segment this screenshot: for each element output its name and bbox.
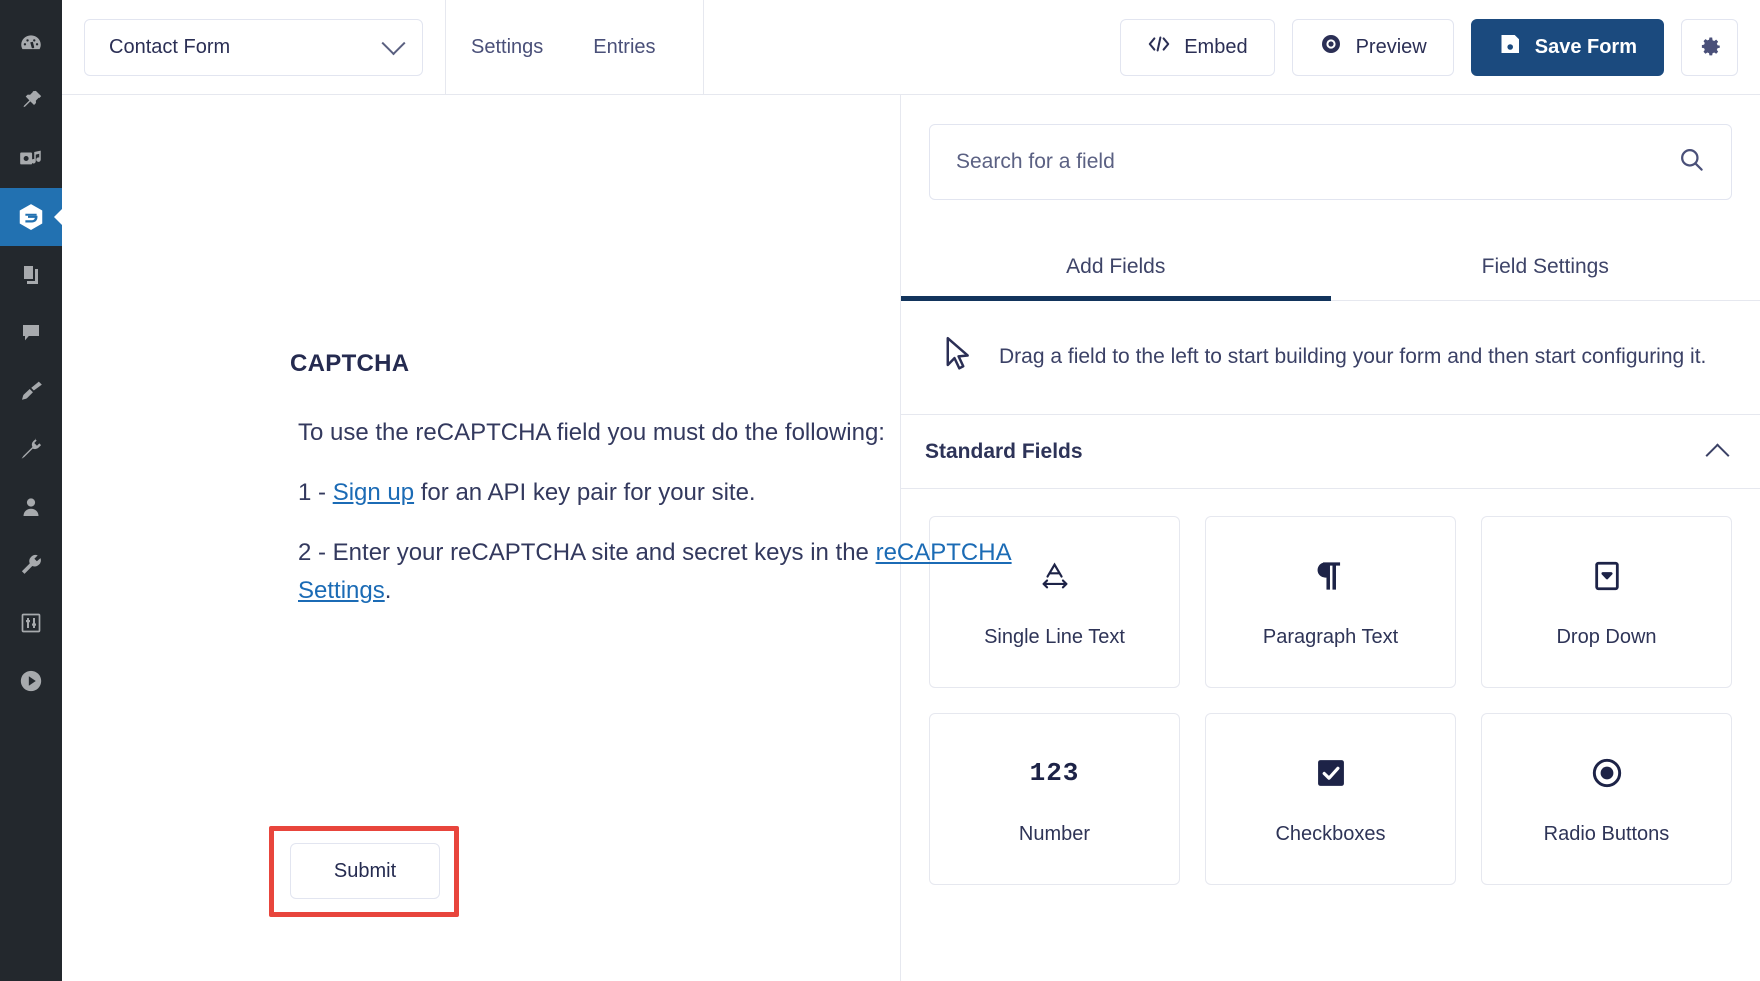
form-canvas: CAPTCHA To use the reCAPTCHA field you m… [62,95,1012,981]
captcha-intro: To use the reCAPTCHA field you must do t… [298,419,885,446]
drop-down-icon [1592,556,1622,596]
captcha-step-1: 1 - Sign up for an API key pair for your… [290,474,1050,512]
captcha-step-1-prefix: 1 - [298,478,333,506]
radio-button-icon [1591,753,1623,793]
sidebar-item-media-player[interactable] [0,652,62,710]
eye-icon [1319,32,1343,62]
search-input[interactable] [956,150,1678,174]
captcha-instructions: To use the reCAPTCHA field you must do t… [290,414,1050,610]
search-wrapper [901,95,1760,200]
dashboard-icon [18,30,44,56]
code-icon [1147,34,1171,60]
chevron-up-icon[interactable] [1705,442,1730,468]
wp-admin-sidebar [0,0,63,981]
field-card-label: Checkboxes [1275,822,1386,845]
form-selector-dropdown[interactable]: Contact Form [84,18,423,76]
number-123-icon: 123 [1029,757,1080,788]
sidebar-item-dashboard[interactable] [0,14,62,72]
captcha-step-2: 2 - Enter your reCAPTCHA site and secret… [290,534,1050,610]
field-card-label: Drop Down [1556,625,1657,648]
nav-tabs: Settings Entries [446,0,681,95]
top-toolbar: Contact Form Settings Entries Embed Prev… [62,0,1760,95]
sidebar-item-pages[interactable] [0,246,62,304]
sidebar-item-users[interactable] [0,478,62,536]
captcha-step-2-suffix: . [384,576,392,604]
comment-icon [19,321,43,345]
body-row: CAPTCHA To use the reCAPTCHA field you m… [62,95,1760,981]
wrench-icon [18,552,44,578]
sidebar-item-appearance[interactable] [0,362,62,420]
sidebar-item-media[interactable] [0,130,62,188]
nav-tab-entries[interactable]: Entries [568,0,680,95]
save-form-button-label: Save Form [1534,35,1637,58]
sign-up-link[interactable]: Sign up [333,479,414,506]
preview-button-label: Preview [1355,35,1427,58]
embed-button-label: Embed [1184,35,1248,58]
checkbox-icon [1315,753,1347,793]
save-form-button[interactable]: Save Form [1470,18,1664,76]
search-icon[interactable] [1678,146,1705,178]
field-card-paragraph-text[interactable]: Paragraph Text [1205,516,1456,688]
drag-hint-text: Drag a field to the left to start buildi… [999,344,1707,368]
field-card-drop-down[interactable]: Drop Down [1481,516,1732,688]
tab-add-fields[interactable]: Add Fields [901,241,1331,301]
field-card-label: Paragraph Text [1262,625,1399,648]
chevron-down-icon [381,30,406,55]
pages-icon [19,263,43,287]
sidebar-item-plugins[interactable] [0,420,62,478]
panel-tabs: Add Fields Field Settings [901,241,1760,301]
captcha-step-1-suffix: for an API key pair for your site. [414,478,756,506]
paragraph-icon [1316,556,1346,596]
field-card-label: Number [1018,822,1091,845]
user-icon [19,495,43,519]
sidebar-item-forms[interactable] [0,188,63,246]
pin-icon [18,88,44,114]
sidebar-item-posts[interactable] [0,72,62,130]
form-builder-app: Contact Form Settings Entries Embed Prev… [0,0,1760,981]
search-box[interactable] [929,124,1732,200]
gear-icon [1697,31,1723,63]
captcha-field-block[interactable]: CAPTCHA To use the reCAPTCHA field you m… [290,350,1050,632]
field-card-label: Radio Buttons [1543,822,1670,845]
field-card-number[interactable]: 123 Number [929,713,1180,885]
tab-field-settings[interactable]: Field Settings [1331,241,1760,300]
main-column: Contact Form Settings Entries Embed Prev… [62,0,1760,981]
form-settings-button[interactable] [1681,18,1738,76]
sidebar-item-tools[interactable] [0,536,62,594]
active-indicator-arrow [54,208,63,226]
toolbar-divider-2 [702,0,704,95]
captcha-field-title: CAPTCHA [290,350,410,377]
preview-button[interactable]: Preview [1291,18,1454,76]
nav-tab-settings[interactable]: Settings [446,0,568,95]
plug-icon [18,436,44,462]
gravity-forms-icon [16,202,46,232]
sidebar-item-settings[interactable] [0,594,62,652]
submit-button[interactable]: Submit [290,843,440,899]
sliders-icon [19,611,43,635]
embed-button[interactable]: Embed [1120,18,1275,76]
toolbar-actions: Embed Preview Save Form [1120,18,1760,76]
sidebar-item-comments[interactable] [0,304,62,362]
field-card-checkboxes[interactable]: Checkboxes [1205,713,1456,885]
paintbrush-icon [18,378,44,404]
floppy-disk-icon [1498,32,1522,62]
captcha-step-2-prefix: 2 - Enter your reCAPTCHA site and secret… [298,538,876,566]
form-selector-value: Contact Form [109,35,231,58]
play-circle-icon [18,668,44,694]
field-card-radio-buttons[interactable]: Radio Buttons [1481,713,1732,885]
media-icon [18,146,44,172]
submit-button-highlight: Submit [269,826,459,917]
